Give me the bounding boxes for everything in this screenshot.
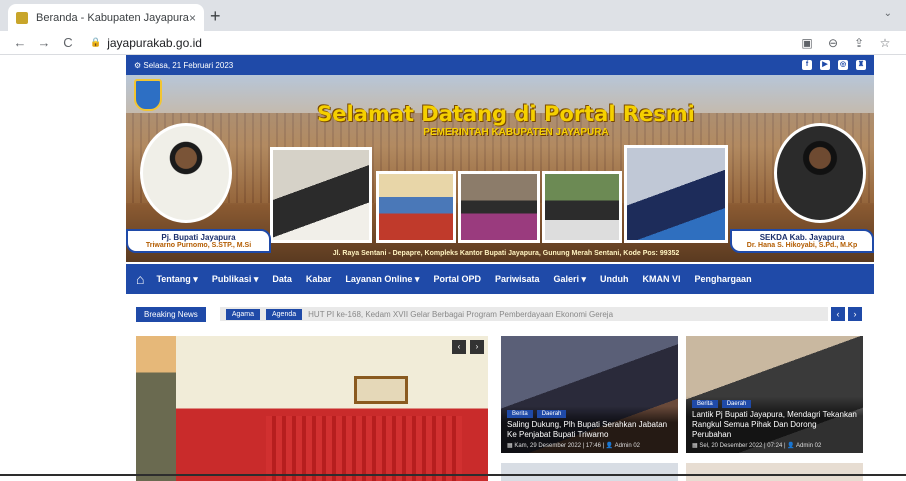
sekda-portrait: [774, 123, 866, 223]
translate-icon[interactable]: ▣: [794, 36, 820, 50]
ticker-prev-button[interactable]: ‹: [831, 307, 845, 321]
site-favicon-icon: [16, 11, 28, 24]
news-tag-daerah[interactable]: Daerah: [536, 410, 567, 418]
nav-item-galeri[interactable]: Galeri ▾: [554, 274, 587, 285]
news-card-title[interactable]: Lantik Pj Bupati Jayapura, Mendagri Teka…: [692, 410, 857, 440]
news-ticker: Agama Agenda HUT PI ke-168, Kedam XVII G…: [219, 307, 828, 321]
address-bar[interactable]: jayapurakab.go.id: [107, 36, 794, 50]
tab-beranda[interactable]: Beranda - Kabupaten Jayapura ×: [8, 4, 204, 31]
bookmark-star-icon[interactable]: ☆: [872, 36, 898, 50]
ticker-next-button[interactable]: ›: [848, 307, 862, 321]
news-card-partial[interactable]: [686, 463, 863, 481]
bottom-divider: [0, 474, 906, 476]
browser-window: Beranda - Kabupaten Jayapura × + ⌄ ← → C…: [0, 0, 906, 481]
featured-person-image: [136, 336, 176, 481]
ticker-tag-agama[interactable]: Agama: [225, 308, 260, 320]
office-address: Jl. Raya Sentani - Depapre, Kompleks Kan…: [332, 250, 680, 257]
forward-button[interactable]: →: [32, 35, 56, 50]
nav-item-data[interactable]: Data: [272, 274, 292, 284]
nav-item-kman-vi[interactable]: KMAN VI: [643, 274, 681, 284]
tab-search-icon[interactable]: ⌄: [884, 8, 892, 19]
sekda-title: SEKDA Kab. Jayapura: [759, 233, 845, 242]
breaking-news-label: Breaking News: [136, 306, 206, 322]
news-tag-daerah[interactable]: Daerah: [721, 400, 752, 408]
back-button[interactable]: ←: [8, 35, 32, 50]
current-date: ⚙ Selasa, 21 Februari 2023: [134, 60, 234, 70]
banner-photo-1: [270, 147, 372, 243]
ticker-headline[interactable]: HUT PI ke-168, Kedam XVII Gelar Berbagai…: [308, 310, 822, 319]
bupati-nameplate: Pj. Bupati Jayapura Triwarno Purnomo, S.…: [126, 229, 271, 253]
featured-curtain-image: [266, 416, 462, 481]
new-tab-button[interactable]: +: [210, 6, 221, 26]
building-icon[interactable]: ♜: [856, 60, 866, 70]
news-card-meta: ▦ Sel, 20 Desember 2022 | 07:24 | 👤 Admi…: [692, 443, 822, 449]
news-card-overlay: Berita Daerah Saling Dukung, Plh Bupati …: [501, 406, 678, 453]
banner-photo-3: [458, 171, 540, 243]
reload-button[interactable]: C: [56, 35, 80, 50]
bupati-portrait: [140, 123, 232, 223]
nav-item-kabar[interactable]: Kabar: [306, 274, 332, 284]
nav-item-portal-opd[interactable]: Portal OPD: [433, 274, 481, 284]
instagram-icon[interactable]: ◎: [838, 60, 848, 70]
nav-item-penghargaan[interactable]: Penghargaan: [695, 274, 752, 284]
news-card[interactable]: Berita Daerah Lantik Pj Bupati Jayapura,…: [686, 336, 863, 453]
news-card-title[interactable]: Saling Dukung, Plh Bupati Serahkan Jabat…: [507, 420, 672, 440]
sekda-nameplate: SEKDA Kab. Jayapura Dr. Hana S. Hikoyabi…: [730, 229, 874, 253]
site-topbar: ⚙ Selasa, 21 Februari 2023 f ▶ ◎ ♜: [126, 55, 874, 75]
site-container: ⚙ Selasa, 21 Februari 2023 f ▶ ◎ ♜ Selam…: [126, 55, 876, 481]
bupati-name: Triwarno Purnomo, S.STP., M.Si: [145, 242, 252, 249]
ticker-tag-agenda[interactable]: Agenda: [266, 308, 303, 320]
home-icon[interactable]: ⌂: [136, 271, 144, 287]
slider-next-button[interactable]: ›: [470, 340, 484, 354]
tab-strip: Beranda - Kabupaten Jayapura × + ⌄: [0, 0, 906, 31]
nav-item-unduh[interactable]: Unduh: [600, 274, 629, 284]
browser-toolbar: ← → C 🔒 jayapurakab.go.id ▣ ⊖ ⇪ ☆: [0, 31, 906, 55]
slider-prev-button[interactable]: ‹: [452, 340, 466, 354]
news-card-partial[interactable]: [501, 463, 678, 481]
news-tag-berita[interactable]: Berita: [507, 410, 533, 418]
breaking-news-bar: Breaking News Agama Agenda HUT PI ke-168…: [136, 306, 862, 322]
tab-close-icon[interactable]: ×: [189, 11, 196, 25]
facebook-icon[interactable]: f: [802, 60, 812, 70]
news-tag-berita[interactable]: Berita: [692, 400, 718, 408]
main-nav: ⌂ Tentang ▾ Publikasi ▾ Data Kabar Layan…: [126, 264, 874, 294]
web-page: ⚙ Selasa, 21 Februari 2023 f ▶ ◎ ♜ Selam…: [0, 55, 906, 481]
featured-slider[interactable]: ‹ ›: [136, 336, 488, 481]
tab-title: Beranda - Kabupaten Jayapura: [36, 11, 189, 24]
sekda-name: Dr. Hana S. Hikoyabi, S.Pd., M.Kp: [746, 242, 858, 249]
banner-photo-2: [376, 171, 456, 243]
share-icon[interactable]: ⇪: [846, 36, 872, 50]
regency-logo-icon[interactable]: [134, 79, 162, 111]
featured-picture-frame: [354, 376, 408, 404]
news-card[interactable]: Berita Daerah Saling Dukung, Plh Bupati …: [501, 336, 678, 453]
news-card-overlay: Berita Daerah Lantik Pj Bupati Jayapura,…: [686, 396, 863, 453]
zoom-icon[interactable]: ⊖: [820, 36, 846, 50]
banner-photo-5: [624, 145, 728, 243]
news-card-meta: ▦ Kam, 29 Desember 2022 | 17:46 | 👤 Admi…: [507, 443, 640, 449]
nav-item-pariwisata[interactable]: Pariwisata: [495, 274, 540, 284]
nav-item-tentang[interactable]: Tentang ▾: [156, 274, 197, 285]
nav-item-publikasi[interactable]: Publikasi ▾: [212, 274, 259, 285]
youtube-icon[interactable]: ▶: [820, 60, 830, 70]
banner-subheadline: PEMERINTAH KABUPATEN JAYAPURA: [423, 127, 609, 138]
banner-headline: Selamat Datang di Portal Resmi: [317, 102, 695, 126]
bupati-title: Pj. Bupati Jayapura: [161, 233, 236, 242]
nav-item-layanan-online[interactable]: Layanan Online ▾: [345, 274, 419, 285]
lock-icon[interactable]: 🔒: [90, 37, 101, 48]
hero-banner: Selamat Datang di Portal Resmi PEMERINTA…: [126, 75, 874, 262]
banner-photo-4: [542, 171, 622, 243]
